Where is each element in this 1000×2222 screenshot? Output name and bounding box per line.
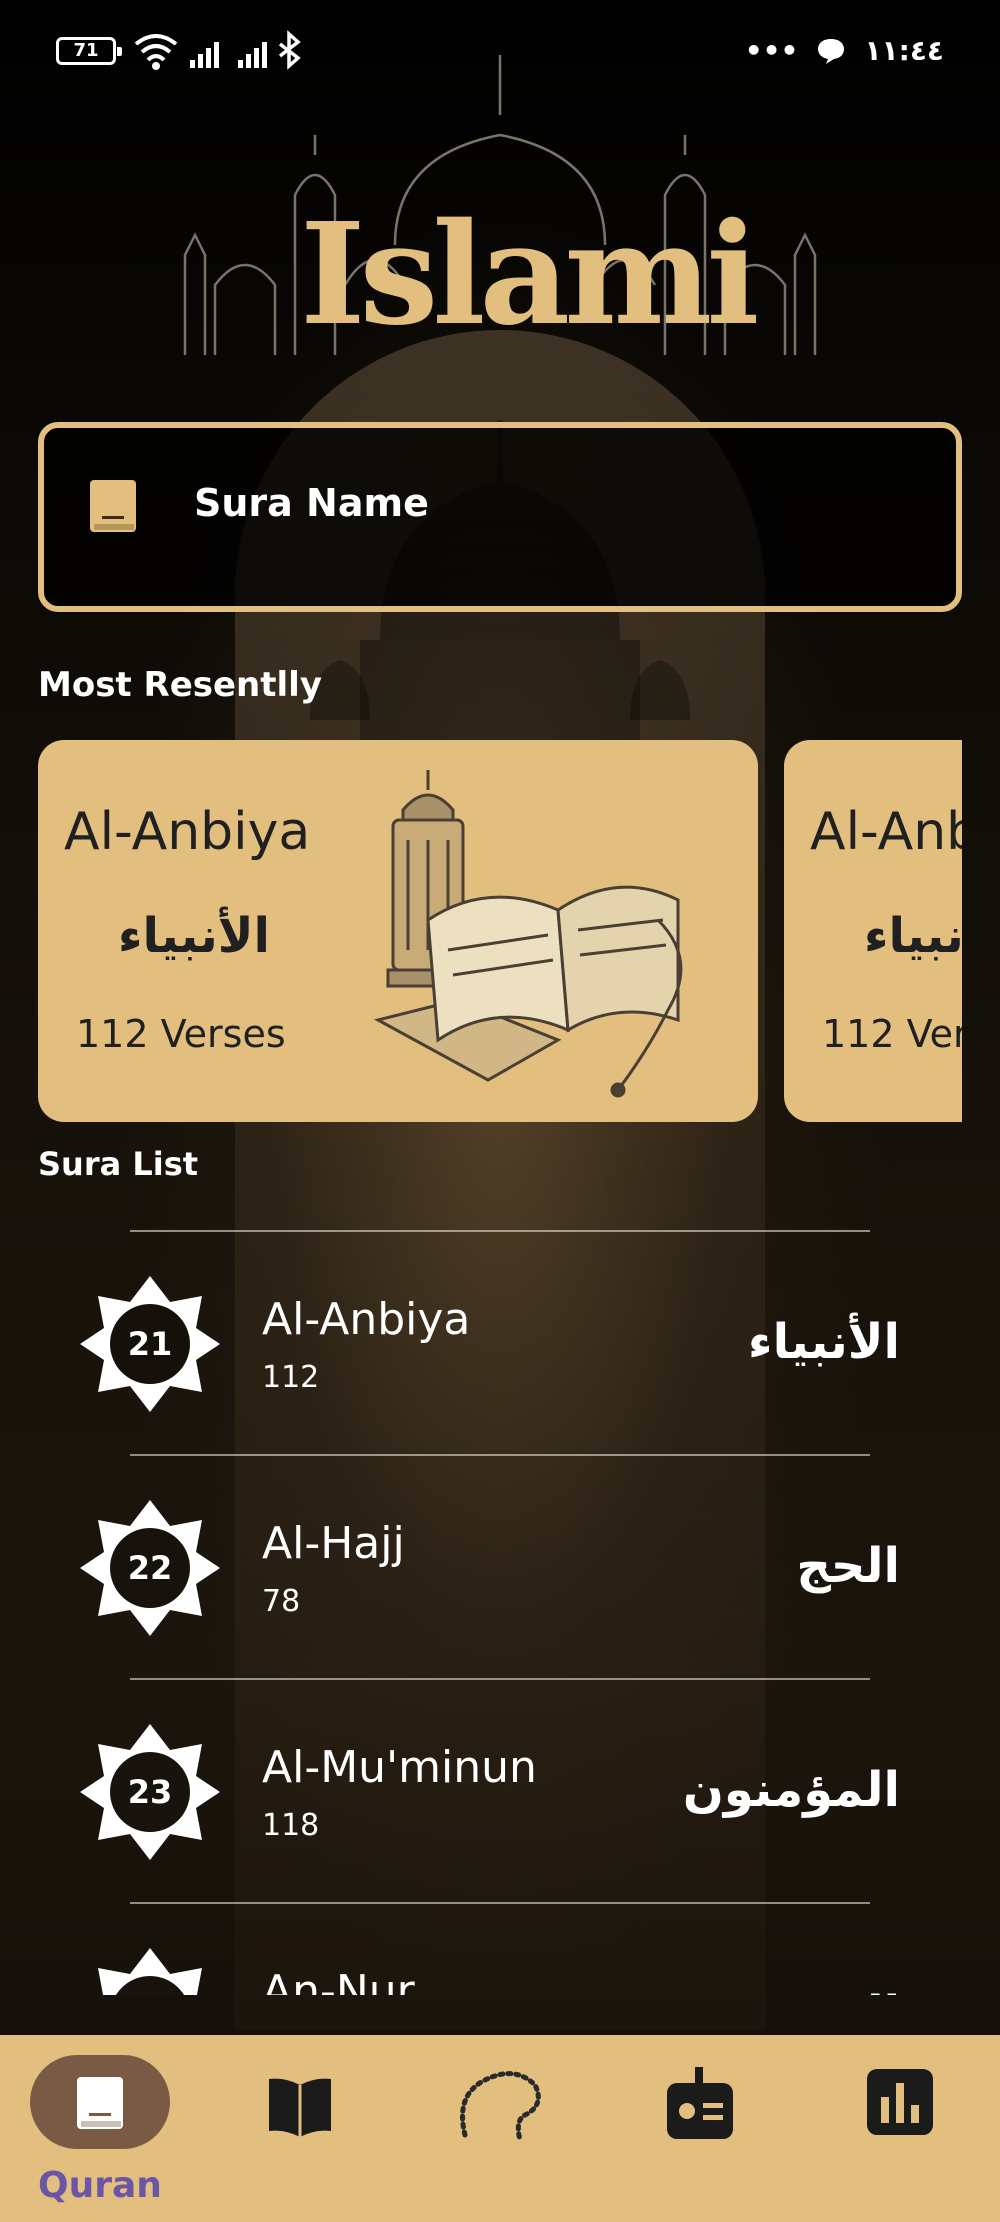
nav-tab-time[interactable]	[830, 2055, 970, 2165]
app-screen: 71 ••• ١١:٤٤ Islami Sura Name Most Resen…	[0, 0, 1000, 2222]
nav-tab-radio[interactable]	[630, 2055, 770, 2165]
nav-tab-quran[interactable]	[30, 2055, 170, 2165]
sebha-icon	[460, 2071, 541, 2143]
recent-carousel[interactable]: Al-Anbiya الأنبياء 112 Verses Al-Anbiya …	[38, 740, 962, 1122]
sura-row[interactable]: 21 Al-Anbiya 112 الأنبياء	[0, 1232, 1000, 1454]
recent-card-name-ar: الأنبياء	[864, 908, 962, 964]
quran-lantern-illustration	[373, 770, 683, 1098]
battery-icon: 71	[56, 37, 122, 65]
recent-card-verses: 112 Verses	[76, 1012, 286, 1056]
sura-verse-count: 78	[262, 1584, 301, 1619]
recent-card-name-en: Al-Anbiya	[64, 802, 311, 862]
sura-name-en: An-Nur	[262, 1966, 415, 1995]
nav-tab-hadith[interactable]	[230, 2055, 370, 2165]
sura-verse-count: 118	[262, 1808, 320, 1843]
recent-section-title: Most Resentlly	[38, 665, 322, 705]
sura-list[interactable]: 21 Al-Anbiya 112 الأنبياء 22 Al-Hajj 78 …	[0, 1230, 1000, 1995]
battery-level: 71	[73, 40, 99, 61]
radio-icon	[667, 2067, 733, 2139]
sura-search-input[interactable]	[194, 468, 894, 538]
app-logo: Islami	[300, 193, 760, 357]
recent-card-name-en: Al-Anbiya	[810, 802, 962, 862]
sura-list-title: Sura List	[38, 1145, 199, 1183]
recent-card-verses: 112 Verses	[822, 1012, 962, 1056]
sura-row[interactable]: 23 Al-Mu'minun 118 المؤمنون	[0, 1680, 1000, 1902]
sura-number: 21	[127, 1325, 173, 1363]
quran-icon	[77, 2077, 123, 2129]
nav-tab-sebha[interactable]	[430, 2055, 570, 2165]
sura-name-en: Al-Hajj	[262, 1518, 405, 1569]
sura-name-ar: المؤمنون	[682, 1762, 900, 1818]
recent-card[interactable]: Al-Anbiya الأنبياء 112 Verses	[784, 740, 962, 1122]
sura-name-en: Al-Anbiya	[262, 1294, 471, 1345]
sura-name-ar: الحج	[796, 1538, 900, 1594]
sura-name-ar: الأنبياء	[748, 1314, 900, 1370]
sura-number: 23	[127, 1773, 173, 1811]
sura-name-en: Al-Mu'minun	[262, 1742, 537, 1793]
quran-book-icon	[90, 480, 136, 532]
time-icon	[867, 2069, 933, 2135]
sura-row[interactable]: 22 Al-Hajj 78 الحج	[0, 1456, 1000, 1678]
recent-card-name-ar: الأنبياء	[118, 908, 270, 964]
clock: ١١:٤٤	[864, 34, 944, 67]
nav-active-label: Quran	[38, 2165, 162, 2206]
book-icon	[269, 2078, 331, 2137]
sura-row[interactable]: 24 An-Nur النور	[0, 1904, 1000, 1995]
sura-number: 22	[127, 1549, 173, 1587]
recent-card[interactable]: Al-Anbiya الأنبياء 112 Verses	[38, 740, 758, 1122]
wifi-icon	[134, 34, 178, 62]
sura-search-box[interactable]	[38, 422, 962, 612]
sura-verse-count: 112	[262, 1360, 320, 1395]
sura-name-ar: النور	[788, 1986, 900, 1995]
sura-number: 24	[78, 1944, 222, 1995]
